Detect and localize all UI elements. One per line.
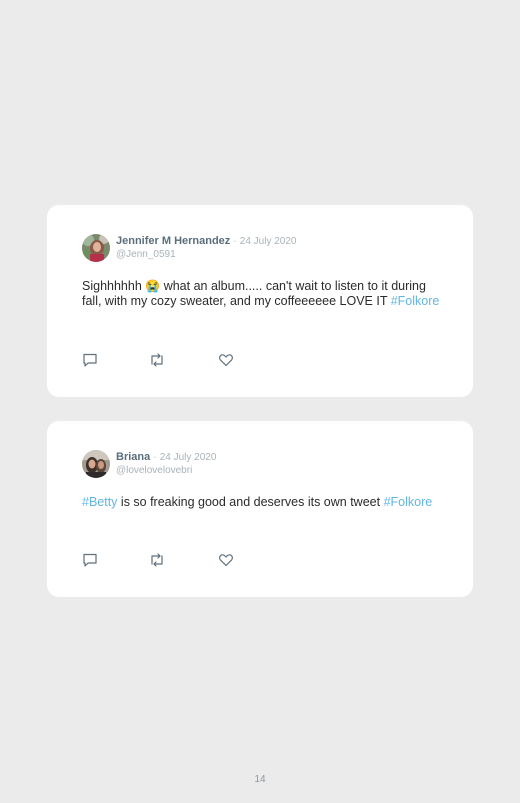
tweet-meta: Briana · 24 July 2020 @lovelovelovebri (116, 451, 216, 477)
avatar[interactable] (82, 234, 110, 262)
hashtag-link[interactable]: #Folkore (384, 495, 433, 509)
hashtag-link[interactable]: #Betty (82, 495, 117, 509)
crying-emoji: 😭 (145, 279, 161, 293)
tweet-text: Sighhhhhh 😭 what an album..... can't wai… (82, 279, 442, 309)
retweet-icon[interactable] (149, 552, 165, 568)
tweet-card: Jennifer M Hernandez · 24 July 2020 @Jen… (47, 205, 473, 397)
tweet-meta: Jennifer M Hernandez · 24 July 2020 @Jen… (116, 235, 297, 261)
reply-icon[interactable] (82, 352, 98, 368)
page-number: 14 (254, 774, 266, 785)
tweet-card: Briana · 24 July 2020 @lovelovelovebri #… (47, 421, 473, 597)
separator: · (233, 236, 237, 247)
reply-icon[interactable] (82, 552, 98, 568)
author-handle[interactable]: @Jenn_0591 (116, 249, 297, 261)
author-handle[interactable]: @lovelovelovebri (116, 465, 216, 477)
avatar[interactable] (82, 450, 110, 478)
like-icon[interactable] (218, 552, 234, 568)
tweet-text-part: is so freaking good and deserves its own… (117, 495, 384, 509)
tweet-text: #Betty is so freaking good and deserves … (82, 495, 442, 510)
tweet-date: 24 July 2020 (159, 452, 217, 463)
like-icon[interactable] (218, 352, 234, 368)
tweet-text-part: Sighhhhhh (82, 279, 146, 293)
separator: · (153, 452, 157, 463)
author-name[interactable]: Jennifer M Hernandez (116, 235, 230, 247)
hashtag-link[interactable]: #Folkore (391, 294, 440, 308)
retweet-icon[interactable] (149, 352, 165, 368)
tweet-date: 24 July 2020 (239, 236, 297, 247)
author-name[interactable]: Briana (116, 451, 150, 463)
